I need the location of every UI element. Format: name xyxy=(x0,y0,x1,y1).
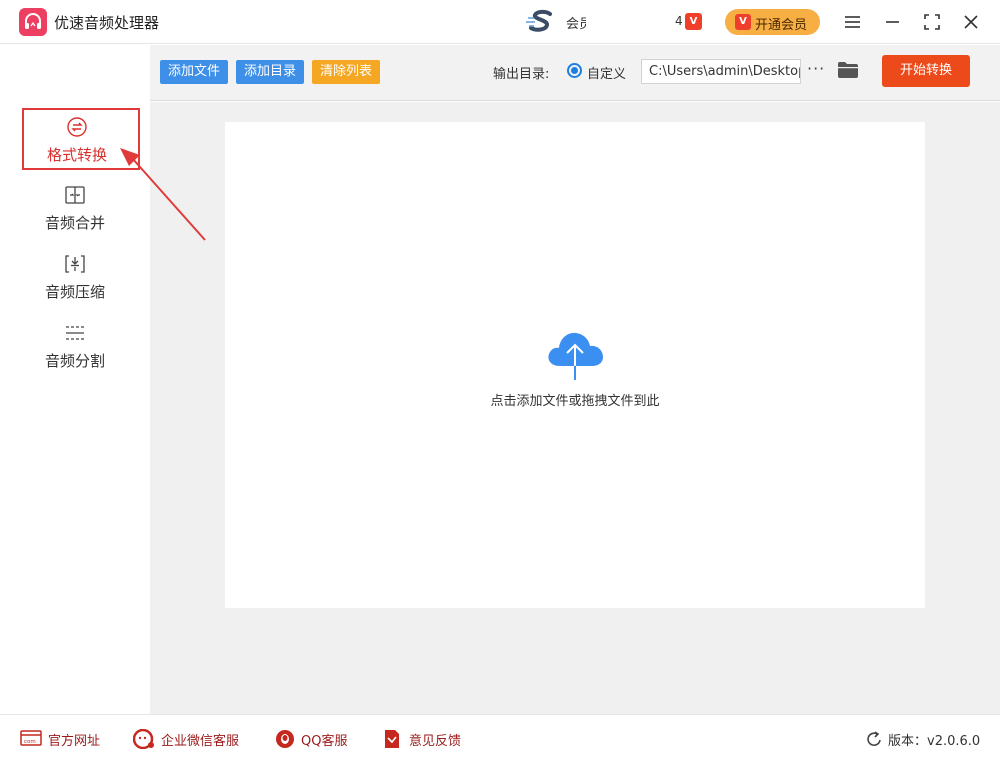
website-label: 官方网址 xyxy=(48,734,101,749)
feedback-icon xyxy=(383,729,401,753)
version-label: 版本：v2.0.6.0 xyxy=(888,734,981,749)
output-path-field[interactable]: C:\Users\admin\Desktop xyxy=(641,59,801,84)
wechat-service-link[interactable]: 企业微信客服 xyxy=(132,728,253,750)
add-file-button[interactable]: 添加文件 xyxy=(160,60,229,84)
vip-icon: V xyxy=(735,14,751,30)
custom-radio[interactable] xyxy=(567,63,582,78)
split-icon xyxy=(64,322,86,344)
app-title: 优速音频处理器 xyxy=(54,14,160,32)
more-options-button[interactable]: ··· xyxy=(807,59,825,78)
maximize-icon[interactable] xyxy=(921,11,943,33)
qq-icon xyxy=(275,729,295,753)
minimize-icon[interactable] xyxy=(882,11,904,33)
qq-service-label: QQ客服 xyxy=(301,734,348,749)
open-vip-label: 开通会员 xyxy=(755,18,808,33)
compress-icon xyxy=(64,253,86,275)
sidebar-item-label: 音频分割 xyxy=(44,352,105,370)
feedback-link[interactable]: 意见反馈 xyxy=(383,729,473,749)
sidebar-item-format-convert[interactable]: 格式转换 xyxy=(22,108,140,170)
vip-badge-icon[interactable]: V xyxy=(685,13,702,30)
output-dir-label: 输出目录: xyxy=(493,67,550,82)
partner-logo[interactable] xyxy=(526,9,556,35)
sidebar: 格式转换 音频合并 音频压缩 音频分割 xyxy=(0,45,150,714)
sidebar-item-label: 音频压缩 xyxy=(44,283,105,301)
drop-zone-hint: 点击添加文件或拖拽文件到此 xyxy=(490,394,660,409)
convert-icon xyxy=(66,116,88,138)
app-logo xyxy=(19,8,47,36)
wechat-service-label: 企业微信客服 xyxy=(161,734,240,749)
sidebar-item-audio-merge[interactable]: 音频合并 xyxy=(22,178,140,240)
qq-service-link[interactable]: QQ客服 xyxy=(275,729,360,749)
start-convert-button[interactable]: 开始转换 xyxy=(882,55,970,87)
feedback-label: 意见反馈 xyxy=(409,734,462,749)
sidebar-item-label: 格式转换 xyxy=(46,146,107,164)
custom-radio-label[interactable]: 自定义 xyxy=(587,63,626,82)
partner-text[interactable]: 会员 xyxy=(566,13,586,32)
menu-icon[interactable] xyxy=(842,11,864,33)
website-link[interactable]: com 官方网址 xyxy=(20,729,110,749)
title-bar: 优速音频处理器 会员 4 V V 开通会员 xyxy=(0,0,1000,44)
main-area: 点击添加文件或拖拽文件到此 xyxy=(150,102,1000,714)
refresh-icon[interactable] xyxy=(866,730,884,748)
vip-count: 4 xyxy=(675,14,683,28)
folder-icon[interactable] xyxy=(837,61,859,83)
svg-text:com: com xyxy=(24,739,36,745)
website-icon: com xyxy=(20,729,42,751)
drop-zone[interactable]: 点击添加文件或拖拽文件到此 xyxy=(225,122,925,608)
close-icon[interactable] xyxy=(960,11,982,33)
cloud-upload-icon xyxy=(544,328,606,384)
sidebar-item-label: 音频合并 xyxy=(44,214,105,232)
add-folder-button[interactable]: 添加目录 xyxy=(236,60,305,84)
open-vip-button[interactable]: V 开通会员 xyxy=(725,9,820,35)
footer: com 官方网址 企业微信客服 QQ客服 意见反馈 版本：v2.0.6.0 xyxy=(0,714,1000,760)
sidebar-item-audio-split[interactable]: 音频分割 xyxy=(22,316,140,378)
wechat-service-icon xyxy=(132,728,155,753)
clear-list-button[interactable]: 清除列表 xyxy=(312,60,381,84)
toolbar: 添加文件 添加目录 清除列表 输出目录: 自定义 C:\Users\admin\… xyxy=(150,45,1000,101)
sidebar-item-audio-compress[interactable]: 音频压缩 xyxy=(22,247,140,309)
merge-icon xyxy=(64,184,86,206)
